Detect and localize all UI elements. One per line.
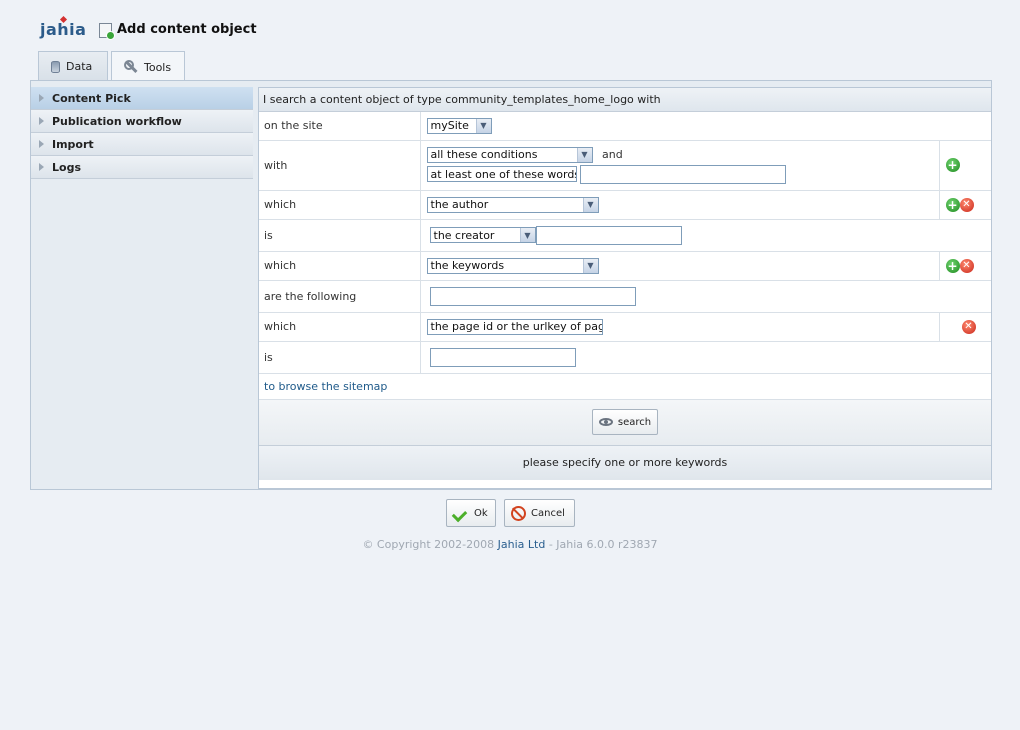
chevron-down-icon: ▼ bbox=[582, 258, 598, 273]
row-is-creator: is the creator ▼ bbox=[259, 219, 991, 252]
sidebar-item-label: Publication workflow bbox=[52, 114, 182, 128]
copyright-suffix: - Jahia 6.0.0 r23837 bbox=[545, 538, 658, 551]
copyright: © Copyright 2002-2008 Jahia Ltd - Jahia … bbox=[0, 538, 1020, 551]
tab-tools-label: Tools bbox=[144, 60, 172, 74]
chevron-down-icon: ▼ bbox=[475, 118, 491, 133]
row-site: on the site mySite ▼ bbox=[259, 112, 991, 141]
content-pick-form: I search a content object of type commun… bbox=[258, 87, 992, 489]
add-criterion-icon[interactable]: + bbox=[945, 258, 960, 273]
remove-criterion-icon[interactable]: ✕ bbox=[959, 258, 974, 273]
remove-criterion-icon[interactable]: ✕ bbox=[959, 197, 974, 212]
field-select-value: the page id or the urlkey of page bbox=[430, 320, 603, 333]
row-label: with bbox=[259, 140, 421, 191]
sidebar-item-publication-workflow[interactable]: Publication workflow bbox=[31, 110, 253, 133]
keywords-list-input[interactable] bbox=[429, 286, 636, 306]
add-condition-icon[interactable]: + bbox=[945, 158, 960, 172]
ok-button-label: Ok bbox=[474, 507, 488, 519]
row-label: which bbox=[259, 190, 421, 220]
company-link[interactable]: Jahia Ltd bbox=[498, 538, 546, 551]
row-label: is bbox=[259, 341, 421, 374]
operator-select[interactable]: the creator ▼ bbox=[429, 227, 536, 243]
cancel-button-label: Cancel bbox=[531, 507, 565, 519]
conditions-select[interactable]: all these conditions ▼ bbox=[426, 146, 593, 163]
chevron-down-icon: ▼ bbox=[582, 197, 598, 212]
database-icon bbox=[51, 60, 60, 73]
row-is-page: is bbox=[259, 341, 991, 374]
tab-data[interactable]: Data bbox=[38, 51, 108, 81]
sidebar-item-label: Import bbox=[52, 137, 94, 151]
remove-criterion-icon[interactable]: ✕ bbox=[961, 319, 976, 334]
row-which-keywords: which the keywords ▼ + ✕ bbox=[259, 251, 991, 281]
expand-arrow-icon bbox=[39, 140, 44, 148]
row-following: are the following bbox=[259, 280, 991, 313]
add-content-icon bbox=[99, 23, 115, 40]
tools-panel: Content Pick Publication workflow Import… bbox=[30, 80, 992, 490]
field-select-page[interactable]: the page id or the urlkey of page ▼ bbox=[426, 318, 603, 335]
dialog-buttons: Ok Cancel bbox=[446, 499, 575, 527]
cancel-icon bbox=[511, 505, 526, 521]
row-label: on the site bbox=[259, 112, 421, 141]
field-select-value: the keywords bbox=[430, 259, 505, 272]
checkmark-icon bbox=[453, 507, 469, 519]
sidebar: Content Pick Publication workflow Import… bbox=[31, 87, 253, 179]
field-select-value: the author bbox=[430, 198, 489, 211]
field-select-author[interactable]: the author ▼ bbox=[426, 196, 599, 213]
operator-select-value: the creator bbox=[433, 228, 495, 242]
browse-sitemap-link[interactable]: to browse the sitemap bbox=[259, 374, 991, 400]
sidebar-item-logs[interactable]: Logs bbox=[31, 156, 253, 179]
row-label: which bbox=[259, 251, 421, 281]
words-mode-select[interactable]: at least one of these words ▼ bbox=[426, 166, 577, 182]
row-which-page: which the page id or the urlkey of page … bbox=[259, 312, 991, 342]
row-label: is bbox=[259, 219, 421, 252]
form-header: I search a content object of type commun… bbox=[259, 88, 991, 112]
row-label: are the following bbox=[259, 280, 421, 313]
wrench-icon bbox=[124, 60, 138, 74]
conditions-select-value: all these conditions bbox=[430, 148, 538, 161]
tab-tools[interactable]: Tools bbox=[111, 51, 185, 82]
search-button[interactable]: search bbox=[591, 409, 659, 435]
chevron-down-icon: ▼ bbox=[519, 228, 535, 242]
jahia-logo: jahia bbox=[40, 15, 86, 39]
sidebar-item-label: Content Pick bbox=[52, 91, 131, 105]
search-button-label: search bbox=[617, 416, 652, 428]
expand-arrow-icon bbox=[39, 94, 44, 102]
sidebar-item-import[interactable]: Import bbox=[31, 133, 253, 156]
site-select-value: mySite bbox=[430, 119, 469, 133]
row-which-author: which the author ▼ + ✕ bbox=[259, 190, 991, 220]
criteria-table: on the site mySite ▼ with all these cond… bbox=[259, 112, 991, 374]
row-label: which bbox=[259, 312, 421, 342]
page-id-input[interactable] bbox=[429, 347, 576, 367]
words-mode-select-value: at least one of these words bbox=[430, 167, 577, 181]
row-with: with all these conditions ▼ and at least… bbox=[259, 140, 991, 191]
status-message: please specify one or more keywords bbox=[259, 445, 991, 480]
field-select-keywords[interactable]: the keywords ▼ bbox=[426, 257, 599, 274]
sidebar-item-content-pick[interactable]: Content Pick bbox=[31, 87, 253, 110]
ok-button[interactable]: Ok bbox=[446, 499, 496, 527]
author-input[interactable] bbox=[535, 225, 682, 245]
and-label: and bbox=[602, 147, 623, 161]
binoculars-icon bbox=[598, 418, 613, 426]
tab-data-label: Data bbox=[66, 60, 93, 73]
sidebar-item-label: Logs bbox=[52, 160, 81, 174]
add-criterion-icon[interactable]: + bbox=[945, 197, 960, 212]
page-title: Add content object bbox=[117, 22, 257, 37]
expand-arrow-icon bbox=[39, 163, 44, 171]
copyright-prefix: © Copyright 2002-2008 bbox=[362, 538, 498, 551]
cancel-button[interactable]: Cancel bbox=[504, 499, 575, 527]
keywords-input[interactable] bbox=[580, 164, 786, 184]
search-bar: search bbox=[259, 399, 991, 446]
expand-arrow-icon bbox=[39, 117, 44, 125]
chevron-down-icon: ▼ bbox=[576, 147, 592, 162]
site-select[interactable]: mySite ▼ bbox=[426, 117, 492, 134]
